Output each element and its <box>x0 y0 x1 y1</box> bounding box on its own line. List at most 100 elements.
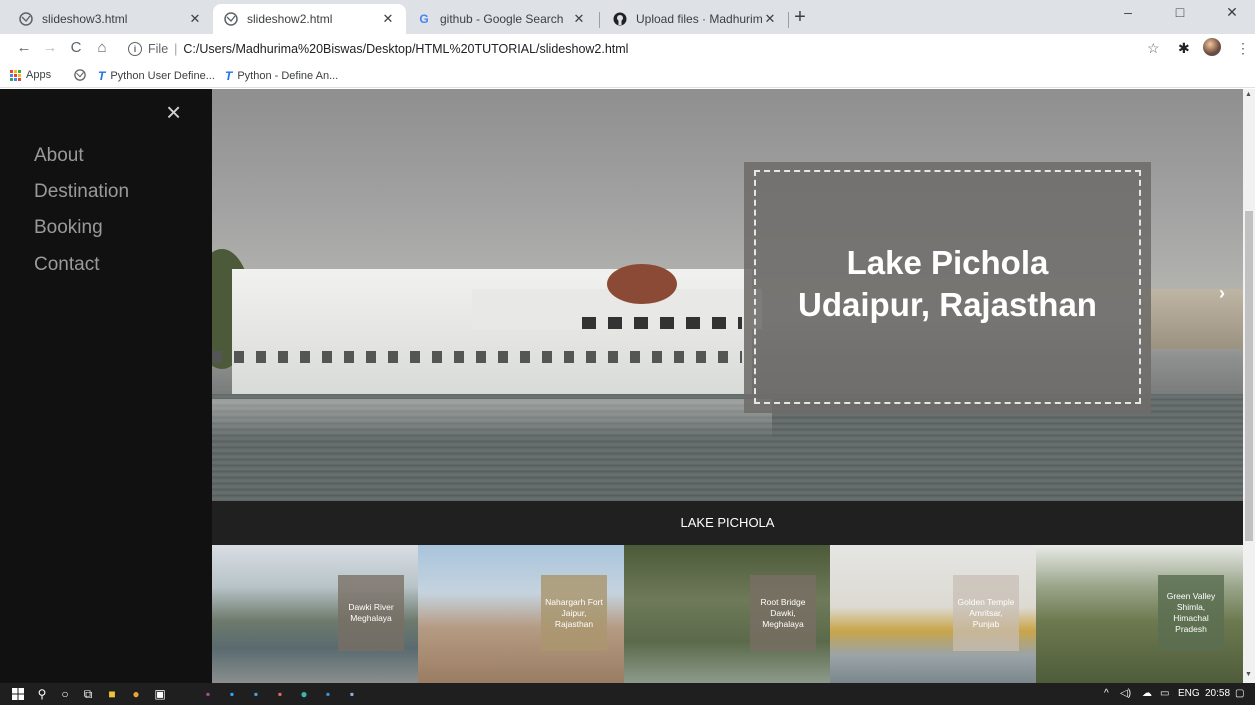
clock[interactable]: 20:58 <box>1205 688 1230 699</box>
browser-tab-strip: slideshow3.html ✕ slideshow2.html ✕ G gi… <box>0 0 1255 34</box>
google-icon: G <box>419 12 429 26</box>
battery-icon[interactable]: ▭ <box>1160 688 1169 699</box>
chrome-icon[interactable]: ● <box>128 686 144 702</box>
github-icon <box>612 11 628 27</box>
slide-caption-line1: Lake Pichola <box>846 244 1049 281</box>
slide-caption-bar: LAKE PICHOLA <box>212 501 1243 545</box>
nav-link-about[interactable]: About <box>34 145 84 167</box>
thumbnail-caption: Dawki River Meghalaya <box>338 575 404 651</box>
thumbnail-caption: Golden Temple Amritsar, Punjab <box>953 575 1019 651</box>
bookmark-apps[interactable]: Apps <box>10 69 51 81</box>
network-icon[interactable]: ☁ <box>1142 688 1152 699</box>
scrollbar-thumb[interactable] <box>1245 211 1253 541</box>
scroll-up-arrow-icon[interactable]: ▲ <box>1245 91 1252 98</box>
tray-arrow-icon[interactable]: ^ <box>1104 688 1109 699</box>
vscode-icon[interactable]: ▪ <box>320 686 336 702</box>
cortana-icon[interactable]: ○ <box>57 686 73 702</box>
nav-link-booking[interactable]: Booking <box>34 217 103 239</box>
palace-windows <box>582 317 742 329</box>
bookmark-star-icon[interactable]: ☆ <box>1147 40 1160 57</box>
next-slide-arrow-icon[interactable]: › <box>1219 283 1225 304</box>
app-icon[interactable]: ▪ <box>200 686 216 702</box>
globe-icon <box>18 11 34 27</box>
tab-close-icon[interactable]: ✕ <box>187 11 203 27</box>
tab-title: slideshow3.html <box>42 12 128 26</box>
palace-windows <box>212 351 742 363</box>
app-icon[interactable]: ▪ <box>272 686 288 702</box>
forward-button[interactable]: → <box>40 39 60 56</box>
tab-slideshow2[interactable]: slideshow2.html ✕ <box>213 4 406 34</box>
browser-toolbar: ← → C ⌂ i File | C:/Users/Madhurima%20Bi… <box>0 34 1255 64</box>
slide-caption-box: Lake Pichola Udaipur, Rajasthan <box>744 162 1151 413</box>
address-scheme: File <box>148 42 169 56</box>
extensions-icon[interactable]: ✱ <box>1178 40 1190 57</box>
menu-kebab-icon[interactable]: ⋮ <box>1236 40 1250 57</box>
bookmark-python-define[interactable]: T Python - Define An... <box>225 69 338 83</box>
nav-link-destination[interactable]: Destination <box>34 181 129 203</box>
background-town <box>1142 289 1243 349</box>
app-icon[interactable]: ▪ <box>344 686 360 702</box>
bookmark-label: Python - Define An... <box>237 70 339 82</box>
notifications-icon[interactable]: ▢ <box>1235 688 1244 699</box>
tab-title: github - Google Search <box>440 12 564 26</box>
thumbnail-golden-temple[interactable]: Golden Temple Amritsar, Punjab <box>830 545 1036 683</box>
tab-close-icon[interactable]: ✕ <box>571 11 587 27</box>
palace-reflection <box>212 399 772 439</box>
search-icon[interactable]: ⚲ <box>34 686 50 702</box>
thumbnail-caption: Nahargarh Fort Jaipur, Rajasthan <box>541 575 607 651</box>
tab-close-icon[interactable]: ✕ <box>762 11 778 27</box>
edge-icon[interactable]: ● <box>296 686 312 702</box>
tab-title: slideshow2.html <box>247 12 333 26</box>
volume-icon[interactable]: ◁) <box>1120 688 1131 699</box>
bookmark-label: Apps <box>26 69 52 81</box>
thumbnail-dawki-river[interactable]: Dawki River Meghalaya <box>212 545 418 683</box>
globe-icon <box>223 11 239 27</box>
slideshow-image: Lake Pichola Udaipur, Rajasthan › <box>212 89 1243 501</box>
minimize-button[interactable]: – <box>1108 4 1148 20</box>
nav-link-contact[interactable]: Contact <box>34 254 99 276</box>
reload-button[interactable]: C <box>66 39 86 56</box>
apps-grid-icon <box>10 69 21 81</box>
windows-start-icon[interactable] <box>10 686 26 702</box>
tab-divider <box>599 12 600 28</box>
sidenav-close-button[interactable]: × <box>166 97 181 128</box>
scroll-down-arrow-icon[interactable]: ▼ <box>1245 671 1252 678</box>
thumbnail-nahargarh-fort[interactable]: Nahargarh Fort Jaipur, Rajasthan <box>418 545 624 683</box>
close-window-button[interactable]: ✕ <box>1212 4 1252 21</box>
file-explorer-icon[interactable]: ■ <box>104 686 120 702</box>
python-logo-icon: T <box>225 69 233 83</box>
thumbnail-root-bridge[interactable]: Root Bridge Dawki, Meghalaya <box>624 545 830 683</box>
bookmarks-bar: Apps T Python User Define... T Python - … <box>0 64 1255 88</box>
address-bar[interactable]: i File | C:/Users/Madhurima%20Biswas/Des… <box>128 38 628 60</box>
profile-avatar[interactable] <box>1203 38 1221 56</box>
thumbnail-strip: Dawki River Meghalaya Nahargarh Fort Jaipu… <box>212 545 1243 683</box>
globe-icon <box>74 69 86 84</box>
tab-slideshow3[interactable]: slideshow3.html ✕ <box>8 4 213 34</box>
home-button[interactable]: ⌂ <box>92 39 112 56</box>
language-indicator[interactable]: ENG <box>1178 688 1200 699</box>
tab-upload-files[interactable]: Upload files · Madhurima050520 ✕ <box>602 4 788 34</box>
side-navigation: × About Destination Booking Contact <box>0 89 212 683</box>
python-logo-icon: T <box>98 69 106 83</box>
slide-caption-title: Lake Pichola Udaipur, Rajasthan <box>744 242 1151 326</box>
mail-icon[interactable]: ▪ <box>248 686 264 702</box>
tab-close-icon[interactable]: ✕ <box>380 11 396 27</box>
slide-caption-line2: Udaipur, Rajasthan <box>798 286 1097 323</box>
info-icon[interactable]: i <box>128 42 142 56</box>
page-scrollbar[interactable]: ▲ ▼ <box>1243 89 1255 683</box>
new-tab-button[interactable]: + <box>788 6 812 29</box>
thumbnail-caption: Root Bridge Dawki, Meghalaya <box>750 575 816 651</box>
thumbnail-caption: Green Valley Shimla, Himachal Pradesh <box>1158 575 1224 651</box>
back-button[interactable]: ← <box>14 39 34 56</box>
task-view-icon[interactable]: ⧉ <box>80 686 96 702</box>
photoshop-icon[interactable]: ▪ <box>224 686 240 702</box>
tab-github-search[interactable]: G github - Google Search ✕ <box>406 4 597 34</box>
maximize-button[interactable]: □ <box>1160 4 1200 20</box>
bookmark-label: Python User Define... <box>110 70 215 82</box>
bookmark-python-user-define[interactable]: T Python User Define... <box>98 69 215 83</box>
thumbnail-green-valley[interactable]: Green Valley Shimla, Himachal Pradesh <box>1036 545 1243 683</box>
bookmark-globe[interactable] <box>74 69 91 84</box>
tab-title: Upload files · Madhurima050520 <box>636 12 762 26</box>
store-icon[interactable]: ▣ <box>152 686 168 702</box>
web-page: × About Destination Booking Contact Lake… <box>0 89 1255 683</box>
